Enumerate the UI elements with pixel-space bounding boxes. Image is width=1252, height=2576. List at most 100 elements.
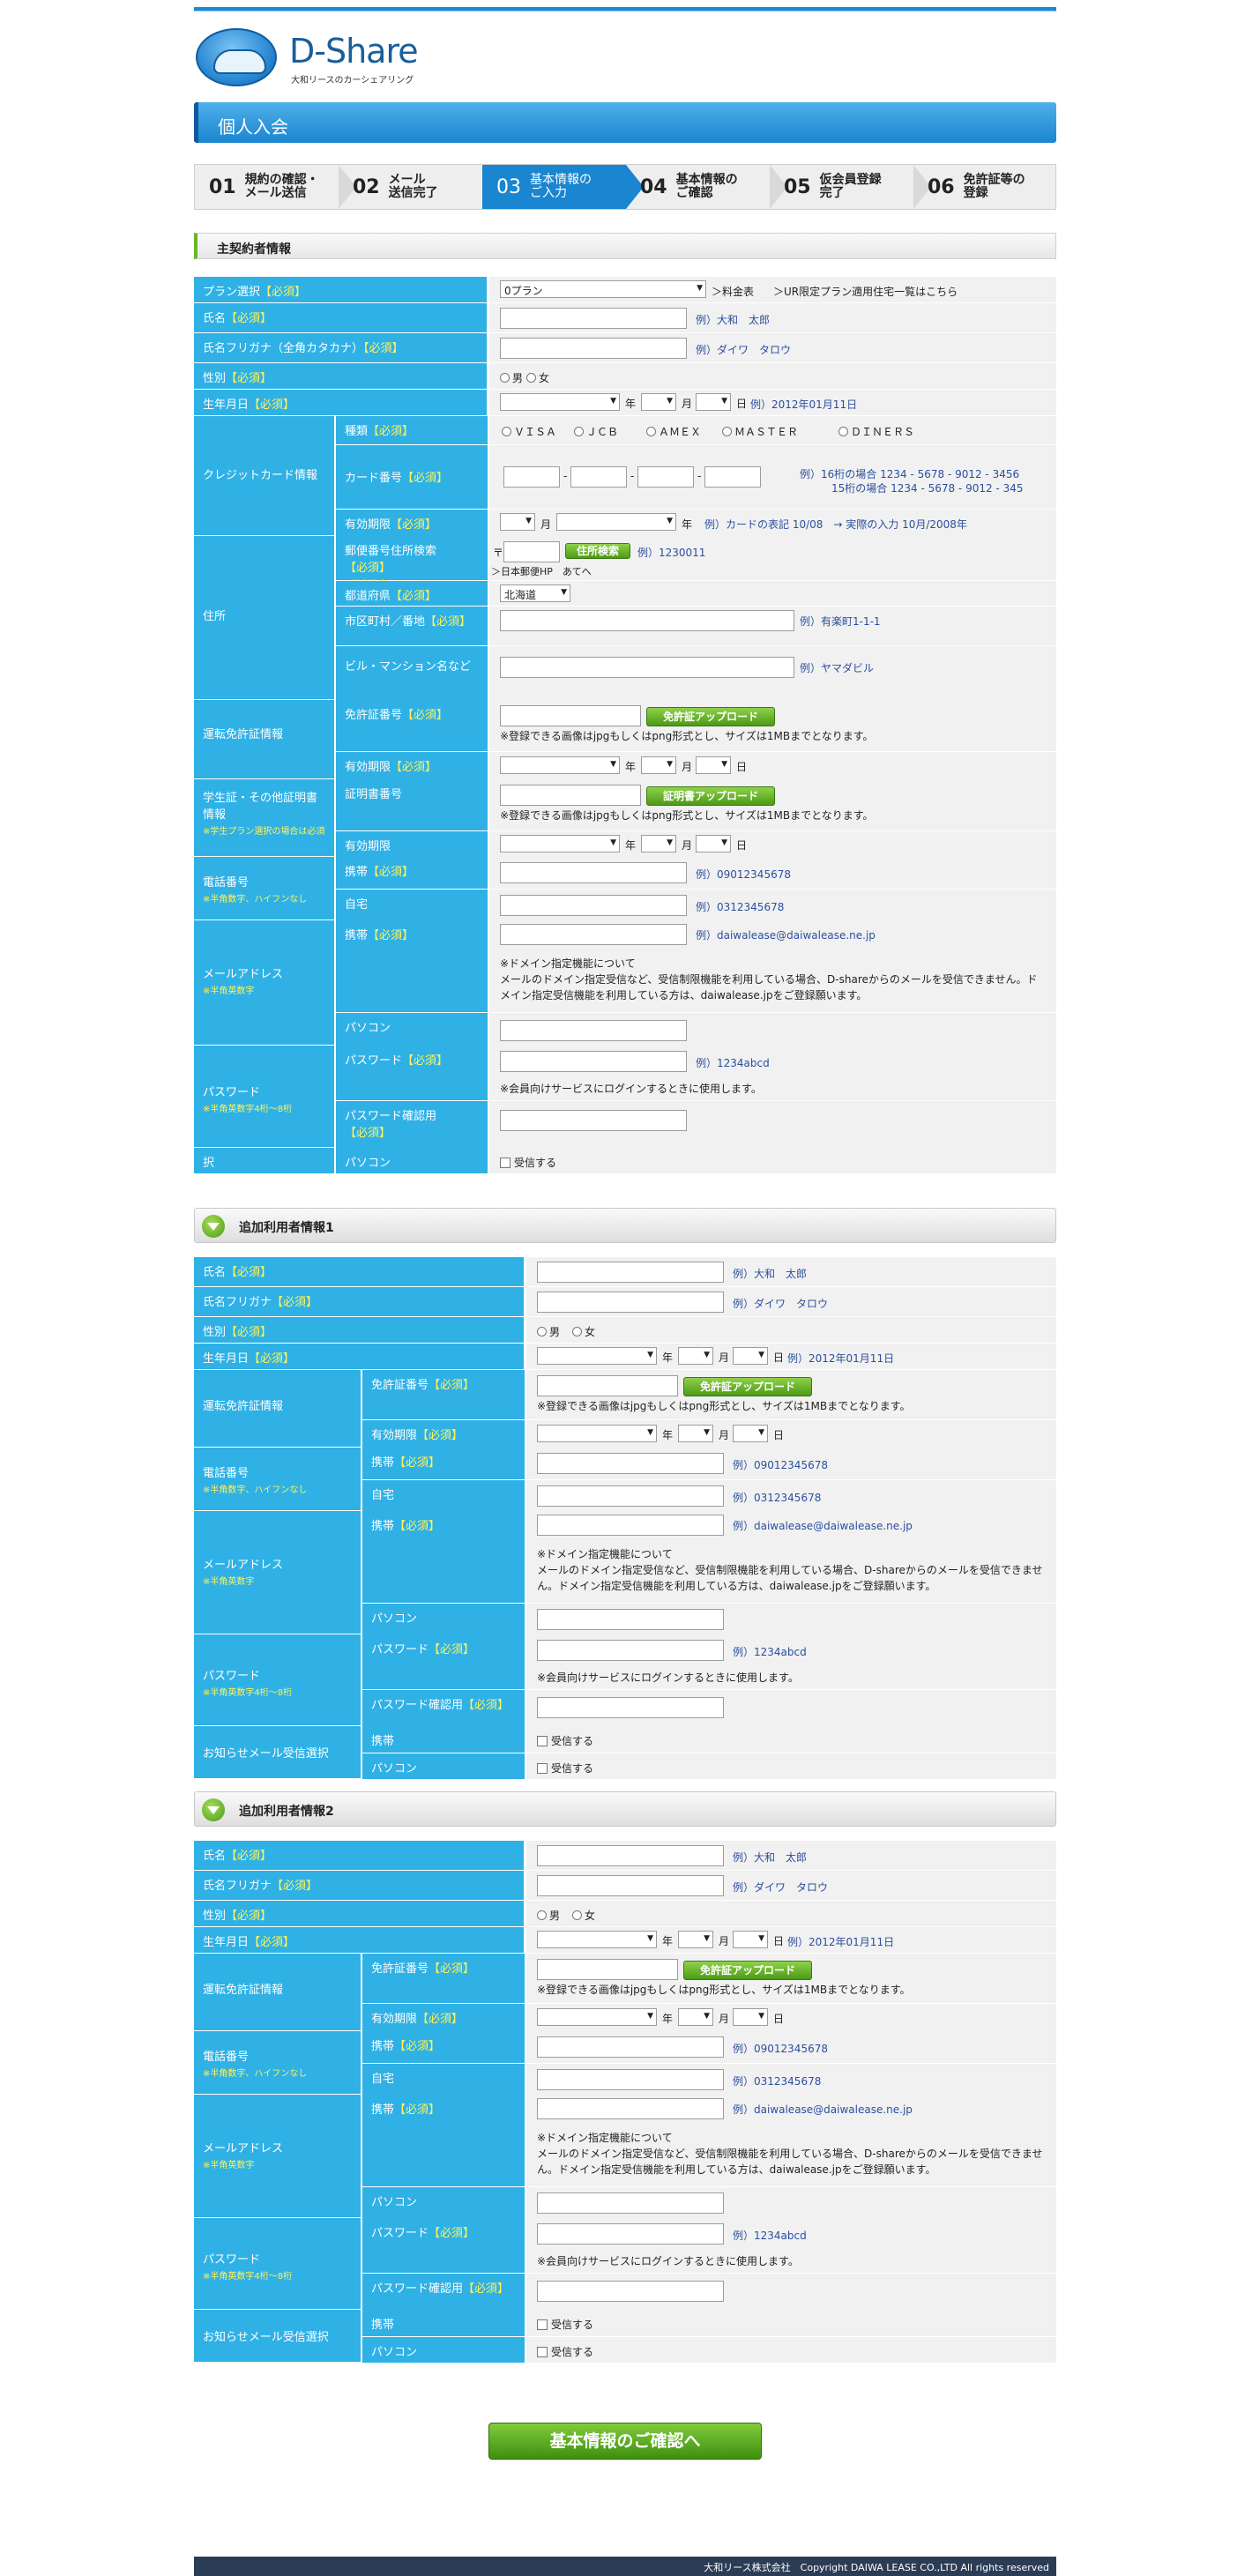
add1-kana-value: 例）ダイワ タロウ bbox=[525, 1287, 1056, 1316]
add1-kana-input[interactable] bbox=[537, 1292, 724, 1313]
female-radio[interactable] bbox=[526, 373, 537, 383]
card-number-input-4[interactable] bbox=[704, 466, 761, 488]
add2-birth-day-select[interactable] bbox=[733, 1931, 768, 1948]
add2-license-expiry-day-select[interactable] bbox=[733, 2008, 768, 2026]
city-input[interactable] bbox=[500, 610, 794, 631]
add1-gender-label-text: 性別 bbox=[203, 1326, 227, 1339]
add2-news-pc-checkbox[interactable] bbox=[537, 2347, 548, 2357]
add2-kana-input[interactable] bbox=[537, 1875, 724, 1896]
student-num-input[interactable] bbox=[500, 785, 641, 806]
zip-input[interactable] bbox=[503, 541, 560, 562]
name-input[interactable] bbox=[500, 308, 687, 329]
plan-select[interactable]: 0プラン bbox=[500, 280, 706, 298]
add1-kana-label: 氏名フリガナ【必須】 bbox=[194, 1287, 525, 1316]
phone-mobile-input[interactable] bbox=[500, 862, 687, 883]
add2-license-upload-button[interactable]: 免許証アップロード bbox=[683, 1961, 812, 1980]
card-brand-radio[interactable] bbox=[722, 427, 732, 436]
phone-home-input[interactable] bbox=[500, 895, 687, 916]
add2-section-header[interactable]: 追加利用者情報2 bbox=[194, 1791, 1056, 1827]
add1-email-mobile-input[interactable] bbox=[537, 1515, 724, 1536]
card-number-input-2[interactable] bbox=[570, 466, 627, 488]
student-expiry-month-select[interactable] bbox=[641, 835, 676, 852]
birth-label: 生年月日【必須】 bbox=[194, 390, 488, 415]
add2-license-expiry-month-select[interactable] bbox=[678, 2008, 713, 2026]
bldg-input[interactable] bbox=[500, 657, 794, 678]
card-number-input-1[interactable] bbox=[503, 466, 560, 488]
card-brand-radio[interactable] bbox=[502, 427, 511, 436]
add2-name-input[interactable] bbox=[537, 1845, 724, 1866]
add1-name-input[interactable] bbox=[537, 1262, 724, 1283]
add1-birth-month-select[interactable] bbox=[678, 1347, 713, 1365]
license-expiry-year-select[interactable] bbox=[500, 756, 620, 774]
add2-collapse-icon[interactable] bbox=[202, 1798, 225, 1821]
logo[interactable]: D-Share 大和リースのカーシェアリング bbox=[194, 23, 423, 90]
add1-license-expiry-day-select[interactable] bbox=[733, 1425, 768, 1442]
license-expiry-day-select[interactable] bbox=[696, 756, 731, 774]
news-pc-checkbox[interactable] bbox=[500, 1158, 510, 1168]
card-expiry-month-select[interactable] bbox=[500, 513, 535, 531]
add1-license-upload-button[interactable]: 免許証アップロード bbox=[683, 1377, 812, 1396]
add2-phone-home-input[interactable] bbox=[537, 2069, 724, 2090]
female-label: 女 bbox=[539, 372, 550, 384]
card-brand-4: ＤＩＮＥＲＳ bbox=[838, 424, 914, 439]
student-upload-button[interactable]: 証明書アップロード bbox=[646, 786, 775, 806]
student-expiry-year-select[interactable] bbox=[500, 835, 620, 852]
add1-password-input[interactable] bbox=[537, 1640, 724, 1661]
add1-password-confirm-input[interactable] bbox=[537, 1697, 724, 1718]
add1-license-expiry-year-select[interactable] bbox=[537, 1425, 657, 1442]
pref-select[interactable]: 北海道 bbox=[500, 584, 570, 602]
add1-phone-home-input[interactable] bbox=[537, 1485, 724, 1507]
license-upload-button[interactable]: 免許証アップロード bbox=[646, 707, 775, 726]
add1-news-pc-checkbox[interactable] bbox=[537, 1763, 548, 1774]
ur-plan-link[interactable]: ＞UR限定プラン適用住宅一覧はこちら bbox=[773, 284, 958, 299]
password-confirm-input[interactable] bbox=[500, 1110, 687, 1131]
add1-phone-mobile-input[interactable] bbox=[537, 1453, 724, 1474]
add1-email-pc-input[interactable] bbox=[537, 1609, 724, 1630]
password-group-label: パスワード ※半角英数字4桁～8桁 bbox=[194, 1046, 335, 1147]
birth-year-select[interactable] bbox=[500, 393, 620, 411]
add2-birth-month-select[interactable] bbox=[678, 1931, 713, 1948]
card-number-input-3[interactable] bbox=[637, 466, 694, 488]
add2-password-confirm-input[interactable] bbox=[537, 2281, 724, 2302]
row-phone: 電話番号 ※半角数字、ハイフンなし 携帯【必須】 自宅 例）09012345678 例）0… bbox=[194, 857, 1056, 920]
add2-password-input[interactable] bbox=[537, 2223, 724, 2245]
add1-kana-example: 例）ダイワ タロウ bbox=[733, 1298, 829, 1310]
add1-license-num-input[interactable] bbox=[537, 1375, 678, 1396]
add2-email-pc-input[interactable] bbox=[537, 2193, 724, 2214]
add1-male-radio[interactable] bbox=[537, 1327, 547, 1336]
add1-female-radio[interactable] bbox=[572, 1327, 583, 1336]
add2-female-radio[interactable] bbox=[572, 1910, 583, 1920]
add2-phone-mobile-input[interactable] bbox=[537, 2036, 724, 2058]
add1-license-expiry-month-select[interactable] bbox=[678, 1425, 713, 1442]
student-expiry-day-select[interactable] bbox=[696, 835, 731, 852]
price-table-link[interactable]: ＞料金表 bbox=[712, 284, 754, 299]
add1-birth-year-select[interactable] bbox=[537, 1347, 657, 1365]
student-expiry-value: 年月日 bbox=[488, 831, 1056, 857]
add2-license-expiry-year-select[interactable] bbox=[537, 2008, 657, 2026]
email-pc-input[interactable] bbox=[500, 1020, 687, 1041]
add1-news-mobile-checkbox[interactable] bbox=[537, 1736, 548, 1746]
card-expiry-year-select[interactable] bbox=[556, 513, 676, 531]
male-radio[interactable] bbox=[500, 373, 510, 383]
card-brand-radio[interactable] bbox=[838, 427, 848, 436]
license-expiry-month-select[interactable] bbox=[641, 756, 676, 774]
add2-male-radio[interactable] bbox=[537, 1910, 547, 1920]
add1-section-header[interactable]: 追加利用者情報1 bbox=[194, 1208, 1056, 1243]
confirm-submit-button[interactable]: 基本情報のご確認へ bbox=[488, 2423, 762, 2460]
birth-day-select[interactable] bbox=[696, 393, 731, 411]
email-mobile-input[interactable] bbox=[500, 924, 687, 945]
password-input[interactable] bbox=[500, 1051, 687, 1072]
add2-email-mobile-input[interactable] bbox=[537, 2098, 724, 2119]
japan-post-link[interactable]: ＞日本郵便HP あてへ bbox=[491, 564, 592, 578]
license-num-input[interactable] bbox=[500, 705, 641, 726]
add1-birth-day-select[interactable] bbox=[733, 1347, 768, 1365]
kana-input[interactable] bbox=[500, 338, 687, 359]
add2-license-num-input[interactable] bbox=[537, 1959, 678, 1980]
birth-month-select[interactable] bbox=[641, 393, 676, 411]
add2-news-mobile-checkbox[interactable] bbox=[537, 2319, 548, 2330]
zip-search-button[interactable]: 住所検索 bbox=[565, 543, 630, 559]
card-brand-radio[interactable] bbox=[646, 427, 656, 436]
add1-collapse-icon[interactable] bbox=[202, 1215, 225, 1238]
add2-birth-year-select[interactable] bbox=[537, 1931, 657, 1948]
card-brand-radio[interactable] bbox=[574, 427, 584, 436]
